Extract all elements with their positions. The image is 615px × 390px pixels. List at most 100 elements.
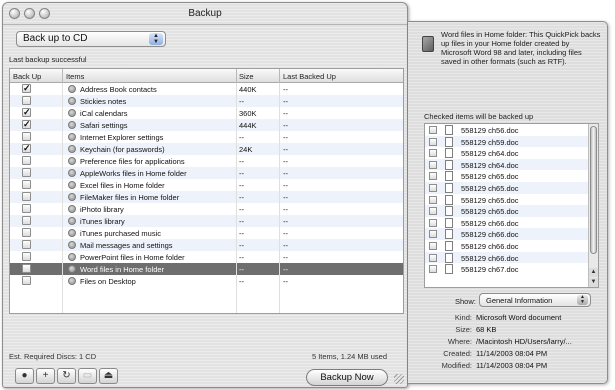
- backup-checkbox[interactable]: [22, 204, 31, 213]
- table-row[interactable]: Mail messages and settings -- --: [10, 239, 403, 251]
- backup-checkbox[interactable]: [22, 264, 31, 273]
- item-name: Mail messages and settings: [80, 241, 173, 250]
- file-name: 558129 ch65.doc: [461, 172, 519, 182]
- backup-checkbox[interactable]: [22, 156, 31, 165]
- show-popup[interactable]: General Information ▲ ▼: [479, 293, 591, 307]
- document-icon: [445, 240, 453, 251]
- column-header-items[interactable]: Items: [66, 72, 84, 81]
- file-row[interactable]: 558129 ch56.doc: [425, 124, 598, 136]
- file-checkbox[interactable]: [429, 241, 437, 250]
- backup-checkbox[interactable]: [22, 192, 31, 201]
- table-row[interactable]: PowerPoint files in Home folder -- --: [10, 251, 403, 263]
- file-checkbox[interactable]: [429, 126, 437, 134]
- item-last-backed-up: --: [283, 133, 288, 142]
- file-row[interactable]: 558129 ch66.doc: [425, 240, 598, 252]
- file-checkbox[interactable]: [429, 195, 437, 204]
- backup-checkbox[interactable]: [22, 252, 31, 261]
- table-row[interactable]: ✓ Safari settings 444K --: [10, 119, 403, 131]
- item-last-backed-up: --: [283, 265, 288, 274]
- backup-checkbox[interactable]: [22, 216, 31, 225]
- quickpick-item-icon: [68, 229, 76, 237]
- backup-checkbox[interactable]: [22, 228, 31, 237]
- backup-now-button[interactable]: Backup Now: [306, 369, 388, 386]
- quickpick-item-icon: [68, 133, 76, 141]
- column-header-last-backed-up[interactable]: Last Backed Up: [283, 72, 336, 81]
- table-row[interactable]: Word files in Home folder -- --: [10, 263, 403, 275]
- refresh-button[interactable]: ↻: [57, 368, 76, 384]
- file-row[interactable]: 558129 ch66.doc: [425, 228, 598, 240]
- backup-checkbox[interactable]: [22, 276, 31, 285]
- file-row[interactable]: 558129 ch65.doc: [425, 170, 598, 182]
- table-row[interactable]: iTunes library -- --: [10, 215, 403, 227]
- disabled-button[interactable]: ▭: [78, 368, 97, 384]
- scroll-down-arrow-icon[interactable]: ▼: [589, 278, 598, 287]
- backup-checkbox[interactable]: ✓: [22, 84, 31, 93]
- quickpick-item-icon: [68, 157, 76, 165]
- title-bar[interactable]: Backup: [3, 3, 407, 25]
- file-row[interactable]: 558129 ch67.doc: [425, 263, 598, 275]
- table-row[interactable]: Internet Explorer settings -- --: [10, 131, 403, 143]
- file-checkbox[interactable]: [429, 149, 437, 158]
- info-value: /Macintosh HD/Users/larry/...: [476, 337, 572, 346]
- table-row[interactable]: Stickies notes -- --: [10, 95, 403, 107]
- eject-button[interactable]: ⏏: [99, 368, 118, 384]
- item-name: iPhoto library: [80, 205, 124, 214]
- file-row[interactable]: 558129 ch64.doc: [425, 147, 598, 159]
- file-checkbox[interactable]: [429, 160, 437, 169]
- file-list-scrollbar[interactable]: ▲ ▼: [588, 124, 598, 287]
- table-row[interactable]: Preference files for applications -- --: [10, 155, 403, 167]
- backup-checkbox[interactable]: [22, 168, 31, 177]
- table-row[interactable]: iPhoto library -- --: [10, 203, 403, 215]
- table-row[interactable]: Excel files in Home folder -- --: [10, 179, 403, 191]
- add-button[interactable]: +: [36, 368, 55, 384]
- file-checkbox[interactable]: [429, 207, 437, 216]
- file-checkbox[interactable]: [429, 218, 437, 227]
- file-row[interactable]: 558129 ch66.doc: [425, 251, 598, 264]
- file-row[interactable]: 558129 ch64.doc: [425, 158, 598, 171]
- file-checkbox[interactable]: [429, 172, 437, 181]
- table-row[interactable]: FileMaker files in Home folder -- --: [10, 191, 403, 203]
- plus-icon: +: [42, 370, 49, 381]
- item-name: PowerPoint files in Home folder: [80, 253, 185, 262]
- table-row[interactable]: AppleWorks files in Home folder -- --: [10, 167, 403, 179]
- backup-checkbox[interactable]: [22, 96, 31, 105]
- file-checkbox[interactable]: [429, 137, 437, 146]
- document-icon: [445, 252, 453, 263]
- file-row[interactable]: 558129 ch65.doc: [425, 205, 598, 217]
- scroll-up-arrow-icon[interactable]: ▲: [589, 268, 598, 277]
- backup-checkbox[interactable]: ✓: [22, 108, 31, 117]
- file-name: 558129 ch64.doc: [461, 149, 519, 159]
- file-checkbox[interactable]: [429, 265, 437, 274]
- file-checkbox[interactable]: [429, 183, 437, 192]
- item-size: 360K: [239, 109, 257, 118]
- file-checkbox[interactable]: [429, 230, 437, 239]
- file-checkbox[interactable]: [429, 253, 437, 262]
- table-row[interactable]: ✓ Address Book contacts 440K --: [10, 83, 403, 95]
- backup-checkbox[interactable]: [22, 132, 31, 141]
- file-row[interactable]: 558129 ch66.doc: [425, 217, 598, 229]
- item-size: --: [239, 205, 244, 214]
- table-row[interactable]: ✓ iCal calendars 360K --: [10, 107, 403, 119]
- item-name: iTunes purchased music: [80, 229, 162, 238]
- column-header-size[interactable]: Size: [239, 72, 254, 81]
- backup-checkbox[interactable]: [22, 240, 31, 249]
- scroll-thumb[interactable]: [590, 126, 597, 254]
- backup-checkbox[interactable]: ✓: [22, 144, 31, 153]
- table-row[interactable]: Files on Desktop -- --: [10, 275, 403, 287]
- file-row[interactable]: 558129 ch65.doc: [425, 181, 598, 194]
- item-name: Word files in Home folder: [80, 265, 165, 274]
- resize-grip-icon[interactable]: [394, 374, 404, 384]
- file-row[interactable]: 558129 ch59.doc: [425, 135, 598, 148]
- backup-checkbox[interactable]: [22, 180, 31, 189]
- quickpick-item-icon: [68, 85, 76, 93]
- document-icon: [445, 148, 453, 159]
- backup-items-table: Back Up Items Size Last Backed Up ✓ Addre…: [9, 68, 404, 314]
- table-row[interactable]: iTunes purchased music -- --: [10, 227, 403, 239]
- backup-target-popup[interactable]: Back up to CD ▲ ▼: [16, 31, 166, 47]
- info-button[interactable]: ●: [15, 368, 34, 384]
- backup-checkbox[interactable]: ✓: [22, 120, 31, 129]
- file-name: 558129 ch65.doc: [461, 183, 519, 193]
- file-row[interactable]: 558129 ch65.doc: [425, 194, 598, 206]
- table-row[interactable]: ✓ Keychain (for passwords) 24K --: [10, 143, 403, 155]
- column-header-back-up[interactable]: Back Up: [13, 72, 41, 81]
